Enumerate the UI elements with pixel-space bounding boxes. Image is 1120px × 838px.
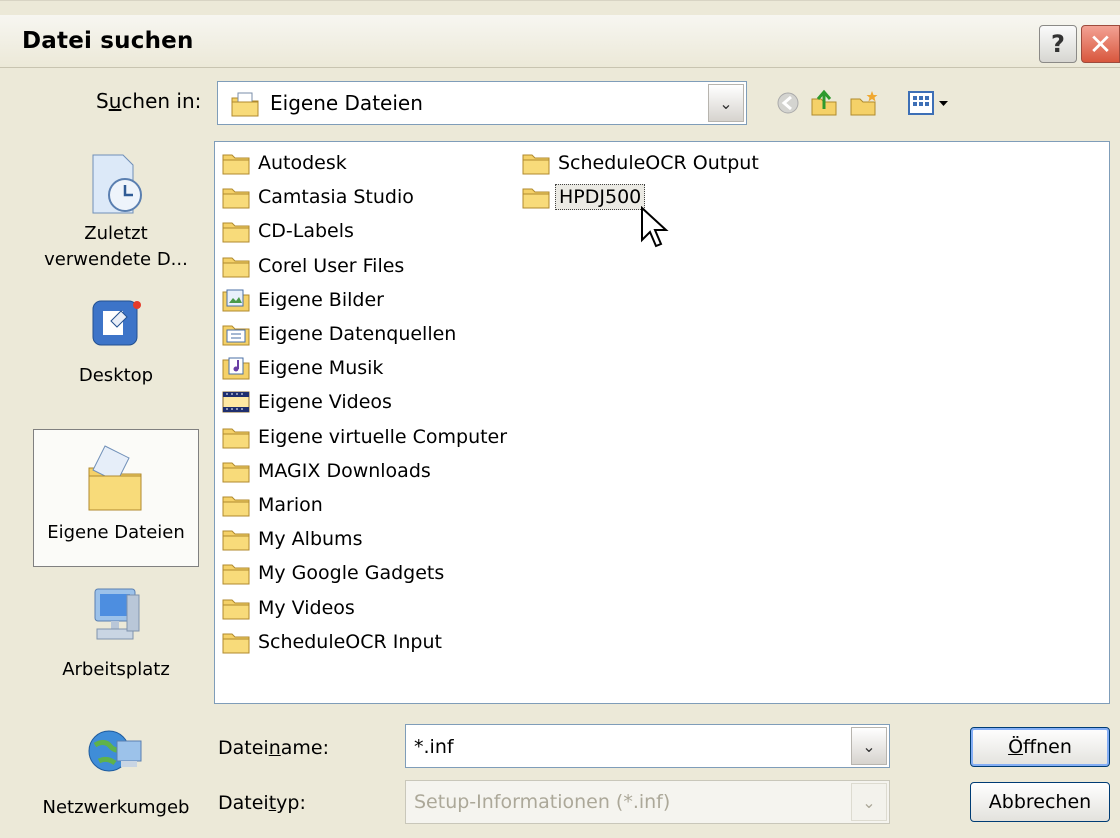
file-name: Camtasia Studio — [258, 186, 414, 209]
datasource-folder-icon — [222, 325, 250, 346]
filename-label: Dateiname: — [218, 737, 329, 759]
file-name: Eigene Videos — [258, 391, 392, 414]
title-bar[interactable]: Datei suchen — [0, 15, 1120, 68]
place-recent-documents[interactable]: Zuletzt verwendete D... — [33, 149, 199, 273]
list-item[interactable]: Eigene virtuelle Computer — [221, 422, 510, 452]
place-label: Zuletzt verwendete D... — [44, 223, 188, 270]
view-menu-icon[interactable] — [906, 87, 954, 119]
open-button[interactable]: Öffnen — [970, 727, 1110, 767]
list-item[interactable]: Eigene Datenquellen — [221, 319, 459, 349]
video-folder-icon — [222, 391, 250, 413]
place-label: Eigene Dateien — [47, 522, 185, 543]
filename-combobox[interactable]: ⌄ — [405, 724, 890, 768]
my-documents-icon — [88, 445, 142, 511]
my-computer-icon — [94, 588, 140, 640]
folder-icon — [222, 633, 250, 654]
chevron-down-icon[interactable]: ⌄ — [708, 84, 744, 122]
chevron-down-icon[interactable]: ⌄ — [851, 727, 887, 765]
folder-icon — [222, 496, 250, 517]
filetype-combobox: Setup-Informationen (*.inf) ⌄ — [405, 780, 890, 824]
cancel-button[interactable]: Abbrechen — [970, 782, 1110, 822]
file-name: MAGIX Downloads — [258, 459, 431, 482]
file-name: My Albums — [258, 528, 363, 551]
list-item[interactable]: HPDJ500 — [521, 182, 646, 212]
place-label: Arbeitsplatz — [62, 659, 170, 680]
list-item[interactable]: Corel User Files — [221, 251, 407, 281]
folder-icon — [222, 530, 250, 551]
list-item[interactable]: ScheduleOCR Input — [221, 627, 445, 657]
file-name: ScheduleOCR Output — [558, 152, 759, 174]
desktop-icon — [92, 300, 141, 346]
folder-icon — [222, 462, 250, 483]
file-name: Eigene Musik — [258, 357, 384, 380]
list-item[interactable]: Autodesk — [221, 148, 350, 178]
mouse-cursor-icon — [641, 206, 669, 248]
pictures-folder-icon — [222, 289, 250, 312]
folder-icon — [222, 188, 250, 209]
list-item[interactable]: Eigene Videos — [221, 387, 395, 417]
look-in-combobox[interactable]: Eigene Dateien ⌄ — [217, 81, 747, 125]
file-name: My Google Gadgets — [258, 562, 445, 585]
list-item[interactable]: My Videos — [221, 593, 358, 623]
new-folder-icon[interactable] — [848, 87, 880, 119]
folder-icon — [222, 222, 250, 243]
network-icon — [88, 730, 142, 772]
list-item[interactable]: Marion — [221, 490, 326, 520]
file-name: Corel User Files — [258, 254, 405, 277]
help-button[interactable]: ? — [1039, 25, 1077, 63]
list-item[interactable]: Camtasia Studio — [221, 182, 417, 212]
place-label: Desktop — [78, 365, 154, 386]
list-item[interactable]: Eigene Musik — [221, 353, 386, 383]
place-label: Netzwerkumgeb — [42, 797, 190, 818]
file-name: Eigene Datenquellen — [258, 323, 457, 345]
folder-icon — [222, 428, 250, 449]
folder-icon — [222, 599, 250, 620]
place-my-documents[interactable]: Eigene Dateien — [33, 429, 199, 567]
my-documents-icon — [231, 92, 259, 117]
list-item[interactable]: CD-Labels — [221, 216, 357, 246]
file-name: My Videos — [258, 596, 355, 619]
file-name: Eigene virtuelle Computer — [258, 425, 508, 448]
list-item[interactable]: MAGIX Downloads — [221, 456, 434, 486]
list-item[interactable]: My Google Gadgets — [221, 558, 447, 588]
list-item[interactable]: My Albums — [221, 524, 365, 554]
place-desktop[interactable]: Desktop — [33, 291, 199, 389]
recent-documents-icon — [92, 154, 142, 214]
filetype-label: Dateityp: — [218, 792, 306, 814]
place-my-computer[interactable]: Arbeitsplatz — [33, 581, 199, 683]
folder-icon — [522, 154, 550, 175]
folder-icon — [522, 188, 550, 209]
folder-icon — [222, 257, 250, 278]
chevron-down-icon: ⌄ — [851, 783, 887, 821]
file-name: HPDJ500 — [555, 184, 646, 211]
file-name: CD-Labels — [258, 220, 354, 243]
music-folder-icon — [222, 357, 250, 380]
look-in-label: Suchen in: — [96, 89, 202, 113]
folder-icon — [222, 564, 250, 585]
file-name: Autodesk — [258, 152, 347, 174]
place-network[interactable]: Netzwerkumgeb — [33, 719, 199, 821]
help-icon: ? — [1051, 30, 1065, 58]
places-bar: Zuletzt verwendete D... Desktop Eigene D… — [33, 141, 200, 821]
folder-icon — [222, 154, 250, 175]
filetype-value: Setup-Informationen (*.inf) — [414, 791, 671, 813]
filename-input[interactable] — [412, 733, 856, 761]
file-name: ScheduleOCR Input — [258, 630, 442, 653]
dialog-title: Datei suchen — [22, 28, 194, 54]
list-item[interactable]: Eigene Bilder — [221, 285, 387, 315]
close-icon: ✕ — [1088, 27, 1113, 61]
up-folder-icon[interactable] — [808, 87, 840, 119]
look-in-value: Eigene Dateien — [270, 91, 423, 115]
close-button[interactable]: ✕ — [1081, 25, 1120, 63]
file-name: Eigene Bilder — [258, 288, 384, 311]
file-dialog: Datei suchen ? ✕ Suchen in: Eigene Datei… — [0, 0, 1120, 838]
file-name: Marion — [258, 494, 323, 516]
back-icon[interactable] — [772, 87, 804, 119]
list-item[interactable]: ScheduleOCR Output — [521, 148, 762, 178]
